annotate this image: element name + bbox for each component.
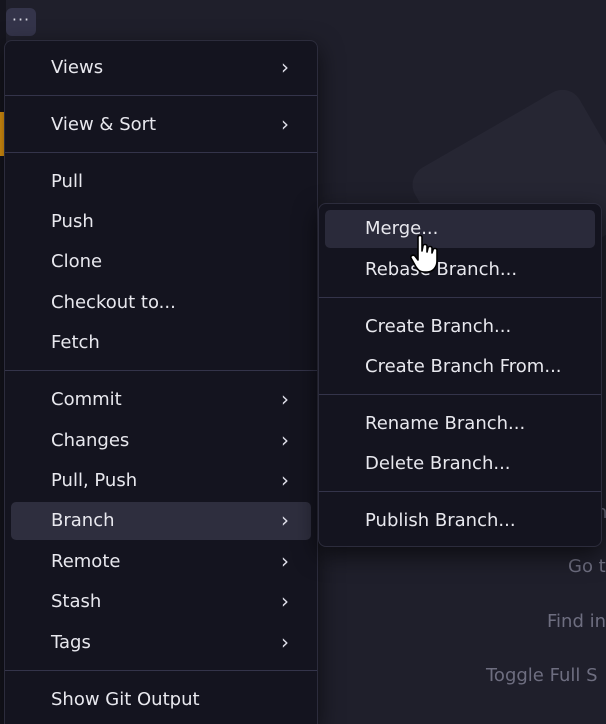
submenu-item-merge[interactable]: Merge...	[325, 210, 595, 248]
menu-item-label: Clone	[51, 251, 103, 272]
menu-item-pull-push[interactable]: Pull, Push ›	[11, 462, 311, 500]
chevron-right-icon: ›	[281, 508, 289, 532]
menu-item-branch[interactable]: Branch ›	[11, 502, 311, 540]
submenu-item-create-branch-from[interactable]: Create Branch From...	[325, 348, 595, 386]
menu-item-label: Fetch	[51, 332, 100, 353]
menu-item-views[interactable]: Views ›	[11, 49, 311, 87]
menu-item-label: Pull, Push	[51, 470, 138, 491]
menu-separator	[319, 491, 601, 492]
branch-submenu: Merge... Rebase Branch... Create Branch.…	[318, 203, 602, 547]
menu-item-checkout-to[interactable]: Checkout to...	[11, 284, 311, 322]
menu-item-label: Views	[51, 57, 104, 78]
menu-item-label: Show Git Output	[51, 689, 200, 710]
submenu-item-rename-branch[interactable]: Rename Branch...	[325, 405, 595, 443]
menu-item-label: Stash	[51, 591, 102, 612]
menu-item-label: Rename Branch...	[365, 413, 526, 434]
menu-separator	[319, 394, 601, 395]
menu-item-label: Delete Branch...	[365, 453, 511, 474]
chevron-right-icon: ›	[281, 428, 289, 452]
menu-item-label: Changes	[51, 430, 130, 451]
menu-separator	[5, 95, 317, 96]
menu-item-label: Checkout to...	[51, 292, 176, 313]
menu-item-stash[interactable]: Stash ›	[11, 583, 311, 621]
menu-separator	[5, 370, 317, 371]
menu-item-push[interactable]: Push	[11, 203, 311, 241]
menu-item-tags[interactable]: Tags ›	[11, 624, 311, 662]
chevron-right-icon: ›	[281, 468, 289, 492]
menu-item-remote[interactable]: Remote ›	[11, 543, 311, 581]
background-hint-find-in: Find in	[547, 611, 606, 632]
submenu-item-rebase-branch[interactable]: Rebase Branch...	[325, 251, 595, 289]
menu-item-label: Remote	[51, 551, 121, 572]
menu-item-label: Pull	[51, 171, 83, 192]
menu-item-pull[interactable]: Pull	[11, 163, 311, 201]
chevron-right-icon: ›	[281, 549, 289, 573]
chevron-right-icon: ›	[281, 589, 289, 613]
hand-pointer-icon	[410, 234, 438, 273]
menu-separator	[5, 152, 317, 153]
ellipsis-icon: ···	[11, 10, 31, 29]
chevron-right-icon: ›	[281, 55, 289, 79]
submenu-item-create-branch[interactable]: Create Branch...	[325, 308, 595, 346]
menu-item-fetch[interactable]: Fetch	[11, 324, 311, 362]
background-hint-toggle-full: Toggle Full S	[486, 665, 598, 686]
menu-separator	[5, 670, 317, 671]
editor-window: ··· n Go t Find in Toggle Full S Views ›…	[0, 0, 606, 724]
menu-item-label: Publish Branch...	[365, 510, 516, 531]
chevron-right-icon: ›	[281, 387, 289, 411]
menu-item-show-git-output[interactable]: Show Git Output	[11, 681, 311, 719]
menu-item-label: Tags	[51, 632, 91, 653]
menu-item-label: Commit	[51, 389, 122, 410]
menu-item-label: Create Branch...	[365, 316, 512, 337]
submenu-item-delete-branch[interactable]: Delete Branch...	[325, 445, 595, 483]
chevron-right-icon: ›	[281, 112, 289, 136]
menu-item-label: Create Branch From...	[365, 356, 562, 377]
menu-item-label: Branch	[51, 510, 115, 531]
menu-item-view-and-sort[interactable]: View & Sort ›	[11, 106, 311, 144]
menu-item-commit[interactable]: Commit ›	[11, 381, 311, 419]
chevron-right-icon: ›	[281, 630, 289, 654]
submenu-item-publish-branch[interactable]: Publish Branch...	[325, 502, 595, 540]
git-actions-menu: Views › View & Sort › Pull Push Clone Ch…	[4, 40, 318, 724]
menu-item-clone[interactable]: Clone	[11, 243, 311, 281]
menu-separator	[319, 297, 601, 298]
menu-item-label: View & Sort	[51, 114, 157, 135]
menu-item-changes[interactable]: Changes ›	[11, 422, 311, 460]
more-actions-button[interactable]: ···	[6, 8, 36, 36]
menu-item-label: Push	[51, 211, 94, 232]
background-hint-go-to: Go t	[568, 556, 606, 577]
